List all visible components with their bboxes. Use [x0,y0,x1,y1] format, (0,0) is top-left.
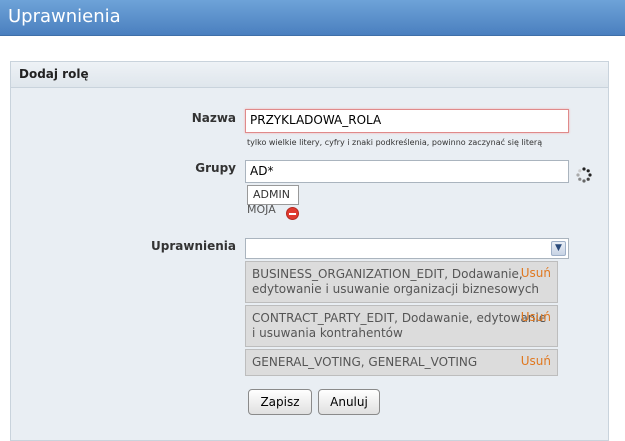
permissions-list: BUSINESS_ORGANIZATION_EDIT, Dodawanie, e… [245,261,558,378]
panel-title: Dodaj rolę [19,67,89,81]
remove-permission-link[interactable]: Usuń [521,266,551,281]
permission-text: GENERAL_VOTING, GENERAL_VOTING [252,355,478,369]
panel-header: Dodaj rolę [11,62,608,88]
cancel-button[interactable]: Anuluj [318,389,380,415]
save-button[interactable]: Zapisz [248,389,312,415]
name-label: Nazwa [191,111,236,125]
permissions-select[interactable]: ▼ [245,238,569,259]
remove-permission-link[interactable]: Usuń [521,354,551,369]
list-item: GENERAL_VOTING, GENERAL_VOTING Usuń [245,349,558,376]
groups-label: Grupy [195,161,236,175]
remove-group-icon[interactable] [286,207,299,220]
page-title: Uprawnienia [8,6,121,27]
permission-text: BUSINESS_ORGANIZATION_EDIT, Dodawanie, e… [252,267,540,296]
name-input[interactable]: PRZYKLADOWA_ROLA [245,109,569,133]
remove-permission-link[interactable]: Usuń [521,310,551,325]
list-item: BUSINESS_ORGANIZATION_EDIT, Dodawanie, e… [245,261,558,303]
app-header: Uprawnienia [0,0,625,36]
groups-input[interactable]: AD* [245,160,569,183]
groups-suggestion-item[interactable]: ADMIN [247,185,299,205]
name-hint: tylko wielkie litery, cyfry i znaki podk… [247,138,543,147]
list-item: CONTRACT_PARTY_EDIT, Dodawanie, edytowan… [245,305,558,347]
loading-spinner-icon [576,167,592,183]
chevron-down-icon[interactable]: ▼ [551,241,566,256]
permission-text: CONTRACT_PARTY_EDIT, Dodawanie, edytowan… [252,311,547,340]
permissions-label: Uprawnienia [151,239,236,253]
